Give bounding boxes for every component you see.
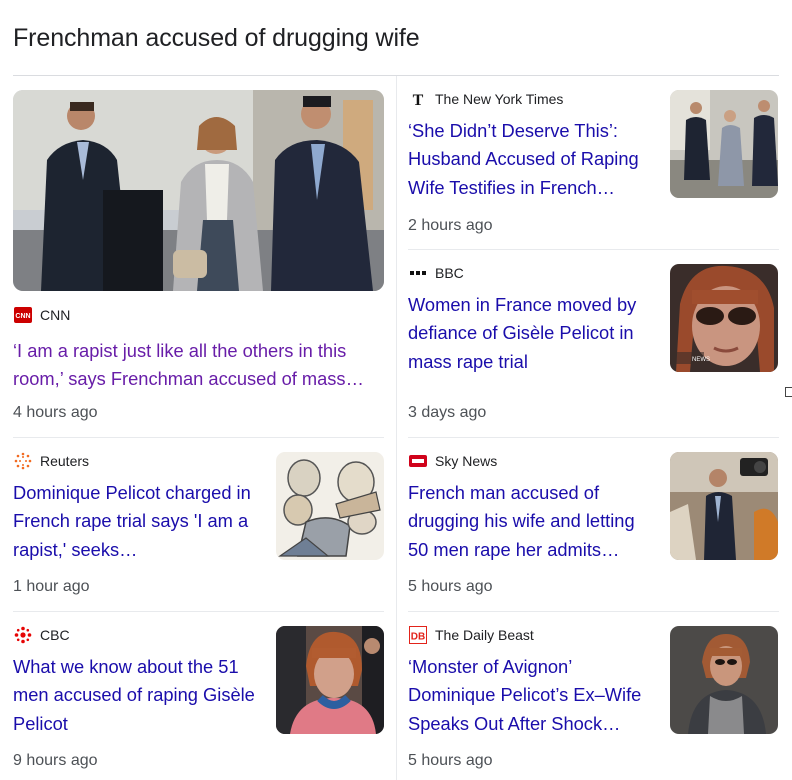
article-age: 5 hours ago — [408, 752, 493, 769]
nyt-logo-icon: T — [408, 91, 427, 107]
thumbnail-watermark: NEWS — [692, 357, 710, 363]
divider — [408, 611, 779, 612]
article-headline[interactable]: ‘Monster of Avignon’ Dominique Pelicot’s… — [408, 653, 658, 738]
article-headline[interactable]: Women in France moved by defiance of Gis… — [408, 291, 658, 376]
article-thumbnail[interactable] — [670, 90, 778, 198]
source-row: T The New York Times — [408, 89, 658, 109]
article-card-daily-beast[interactable]: DB The Daily Beast ‘Monster of Avignon’ … — [408, 625, 658, 738]
source-name: CBC — [40, 627, 70, 643]
article-headline[interactable]: Dominique Pelicot charged in French rape… — [13, 479, 263, 564]
article-thumbnail[interactable] — [670, 626, 778, 734]
cbc-logo-icon — [13, 626, 32, 644]
topic-heading: Frenchman accused of drugging wife — [13, 24, 420, 52]
source-row: BBC — [408, 263, 658, 283]
source-name: CNN — [40, 307, 71, 323]
article-card-bbc[interactable]: BBC Women in France moved by defiance of… — [408, 263, 658, 376]
source-row: Sky News — [408, 451, 658, 471]
column-divider — [396, 76, 397, 780]
reuters-logo-icon — [13, 452, 32, 470]
source-name: Sky News — [435, 453, 498, 469]
divider — [408, 437, 779, 438]
article-thumbnail[interactable] — [276, 452, 384, 560]
article-card-sky-news[interactable]: Sky News French man accused of drugging … — [408, 451, 658, 564]
sky-news-logo-icon — [408, 453, 427, 469]
article-card-nyt[interactable]: T The New York Times ‘She Didn’t Deserve… — [408, 89, 658, 202]
article-age: 5 hours ago — [408, 578, 493, 595]
article-thumbnail[interactable] — [276, 626, 384, 734]
svg-text:CNN: CNN — [15, 313, 30, 320]
svg-text:T: T — [412, 92, 423, 107]
scrollbar-edge — [785, 387, 792, 397]
source-name: Reuters — [40, 453, 90, 469]
article-headline[interactable]: ‘I am a rapist just like all the others … — [13, 337, 384, 394]
article-age: 4 hours ago — [13, 404, 98, 421]
source-name: The New York Times — [435, 91, 564, 107]
source-row: CBC — [13, 625, 263, 645]
daily-beast-logo-icon: DB — [408, 626, 427, 644]
source-name: The Daily Beast — [435, 627, 534, 643]
cnn-logo-icon: CNN — [13, 307, 32, 323]
article-headline[interactable]: French man accused of drugging his wife … — [408, 479, 658, 564]
source-row: Reuters — [13, 451, 263, 471]
article-age: 9 hours ago — [13, 752, 98, 769]
bbc-logo-icon — [408, 265, 427, 281]
source-name: BBC — [435, 265, 464, 281]
article-card-reuters[interactable]: Reuters Dominique Pelicot charged in Fre… — [13, 451, 263, 564]
article-headline[interactable]: ‘She Didn’t Deserve This’: Husband Accus… — [408, 117, 658, 202]
divider — [13, 611, 384, 612]
divider — [408, 249, 779, 250]
article-age: 1 hour ago — [13, 578, 90, 595]
article-age: 2 hours ago — [408, 217, 493, 234]
divider — [13, 437, 384, 438]
article-card-cbc[interactable]: CBC What we know about the 51 men accuse… — [13, 625, 263, 738]
article-thumbnail[interactable] — [670, 452, 778, 560]
article-thumbnail[interactable]: NEWS — [670, 264, 778, 372]
svg-text:DB: DB — [410, 632, 424, 643]
article-headline[interactable]: What we know about the 51 men accused of… — [13, 653, 263, 738]
article-card-cnn[interactable]: CNN CNN ‘I am a rapist just like all the… — [13, 305, 384, 394]
source-row: CNN CNN — [13, 305, 384, 325]
source-row: DB The Daily Beast — [408, 625, 658, 645]
article-photo-cnn[interactable] — [13, 90, 384, 291]
article-age: 3 days ago — [408, 404, 487, 421]
